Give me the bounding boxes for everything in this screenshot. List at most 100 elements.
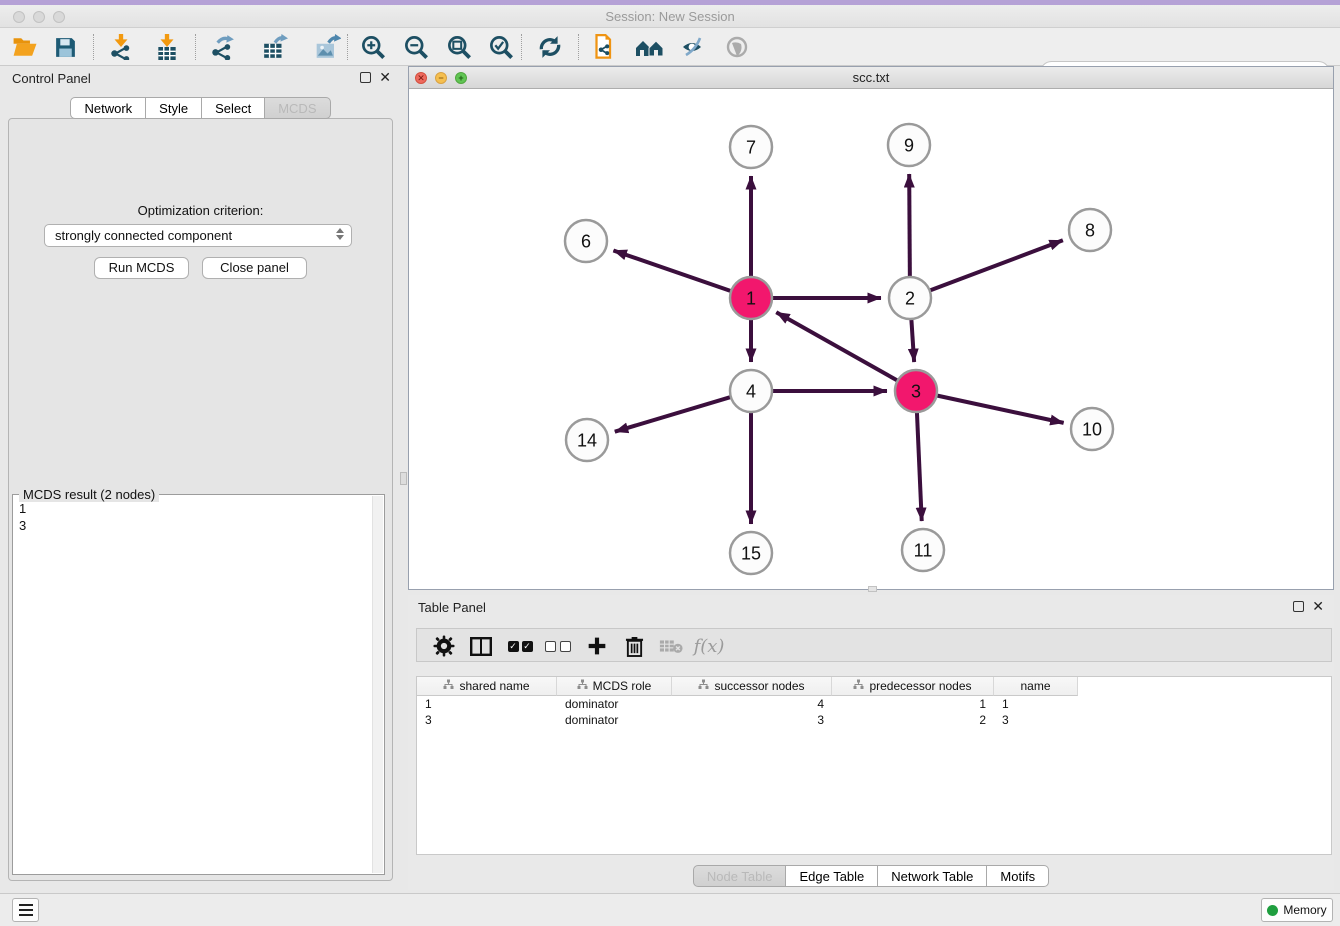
control-panel-tabs: NetworkStyleSelectMCDS <box>0 97 401 119</box>
table-cell[interactable]: dominator <box>557 712 672 728</box>
column-header-label: MCDS role <box>593 679 652 693</box>
column-header-successor-nodes[interactable]: successor nodes <box>672 677 832 696</box>
tab-network-table[interactable]: Network Table <box>878 865 987 887</box>
table-cell[interactable]: dominator <box>557 696 672 712</box>
toolbar-separator <box>521 34 522 60</box>
close-panel-button[interactable]: Close panel <box>202 257 307 279</box>
main-toolbar <box>0 28 1340 66</box>
column-header-shared-name[interactable]: shared name <box>417 677 557 696</box>
column-settings-icon[interactable] <box>428 632 460 660</box>
zoom-fit-icon[interactable] <box>444 33 474 61</box>
status-bar: Memory <box>0 893 1340 926</box>
tab-motifs[interactable]: Motifs <box>987 865 1049 887</box>
mcds-result-text[interactable]: 1 3 <box>19 500 370 870</box>
column-header-name[interactable]: name <box>994 677 1078 696</box>
network-view-window: ✕ − + scc.txt 1 2 3 4 6 7 8 9 10 11 14 15 <box>408 66 1334 590</box>
table-cell[interactable]: 3 <box>672 712 832 728</box>
export-network-icon[interactable] <box>207 33 237 61</box>
table-cell[interactable]: 3 <box>417 712 557 728</box>
edge-4-14[interactable] <box>615 395 739 432</box>
edge-2-9[interactable] <box>909 174 910 285</box>
run-mcds-button[interactable]: Run MCDS <box>94 257 189 279</box>
tab-network[interactable]: Network <box>70 97 146 119</box>
table-cell[interactable]: 4 <box>672 696 832 712</box>
optimization-criterion-select[interactable]: strongly connected component <box>44 224 352 247</box>
zoom-in-icon[interactable] <box>358 33 388 61</box>
status-menu-button[interactable] <box>12 898 39 922</box>
graph-node-15[interactable]: 15 <box>730 532 772 574</box>
delete-table-icon[interactable] <box>655 632 687 660</box>
edge-3-11[interactable] <box>917 404 922 521</box>
column-header-MCDS-role[interactable]: MCDS role <box>557 677 672 696</box>
first-neighbors-icon[interactable] <box>635 33 665 61</box>
delete-column-icon[interactable] <box>618 632 650 660</box>
memory-button[interactable]: Memory <box>1261 898 1333 922</box>
tab-edge-table[interactable]: Edge Table <box>786 865 878 887</box>
table-panel-close-button[interactable]: ✕ <box>1312 601 1324 612</box>
graph-node-2[interactable]: 2 <box>889 277 931 319</box>
save-session-icon[interactable] <box>50 33 80 61</box>
column-header-predecessor-nodes[interactable]: predecessor nodes <box>832 677 994 696</box>
edge-1-6[interactable] <box>613 250 738 293</box>
control-panel-float-button[interactable] <box>360 72 371 83</box>
zoom-out-icon[interactable] <box>401 33 431 61</box>
function-builder-icon[interactable]: f(x) <box>693 632 725 660</box>
graph-node-14[interactable]: 14 <box>566 419 608 461</box>
tab-select[interactable]: Select <box>202 97 265 119</box>
show-all-icon[interactable] <box>722 33 752 61</box>
tab-mcds[interactable]: MCDS <box>265 97 330 119</box>
node-table: shared name MCDS role successor nodesprede… <box>416 676 1332 855</box>
clone-network-icon[interactable] <box>590 33 620 61</box>
table-panel-float-button[interactable] <box>1293 601 1304 612</box>
graph-node-1[interactable]: 1 <box>730 277 772 319</box>
tab-style[interactable]: Style <box>146 97 202 119</box>
column-tree-icon <box>443 679 454 693</box>
table-toolbar: ✓✓ f(x) <box>416 628 1332 662</box>
tab-node-table[interactable]: Node Table <box>693 865 787 887</box>
table-cell[interactable]: 3 <box>994 712 1078 728</box>
graph-node-6[interactable]: 6 <box>565 220 607 262</box>
control-panel-close-button[interactable]: ✕ <box>379 72 391 83</box>
import-table-icon[interactable] <box>152 33 182 61</box>
import-network-icon[interactable] <box>106 33 136 61</box>
export-image-icon[interactable] <box>312 33 342 61</box>
graph-node-8[interactable]: 8 <box>1069 209 1111 251</box>
graph-node-7[interactable]: 7 <box>730 126 772 168</box>
graph-node-3[interactable]: 3 <box>895 370 937 412</box>
optimization-criterion-label: Optimization criterion: <box>0 203 401 218</box>
toolbar-separator <box>347 34 348 60</box>
zoom-selected-icon[interactable] <box>486 33 516 61</box>
graph-node-9[interactable]: 9 <box>888 124 930 166</box>
table-cell[interactable]: 2 <box>832 712 994 728</box>
open-file-icon[interactable] <box>9 33 39 61</box>
table-row[interactable]: 1dominator411 <box>417 696 1331 712</box>
graph-node-11[interactable]: 11 <box>902 529 944 571</box>
hide-selected-icon[interactable] <box>679 33 709 61</box>
mcds-result-box: MCDS result (2 nodes) 1 3 <box>12 494 385 875</box>
graph-node-10[interactable]: 10 <box>1071 408 1113 450</box>
panel-splitter-grip[interactable] <box>400 472 407 485</box>
network-window-titlebar[interactable]: ✕ − + scc.txt <box>409 67 1333 89</box>
split-panel-icon[interactable] <box>465 632 497 660</box>
add-column-icon[interactable] <box>581 632 613 660</box>
table-tabs: Node TableEdge TableNetwork TableMotifs <box>408 865 1334 887</box>
deselect-all-icon[interactable] <box>542 632 574 660</box>
edge-3-10[interactable] <box>929 394 1064 423</box>
edge-2-8[interactable] <box>922 240 1063 293</box>
table-cell[interactable]: 1 <box>994 696 1078 712</box>
network-graph[interactable]: 1 2 3 4 6 7 8 9 10 11 14 15 <box>409 89 1333 589</box>
select-all-icon[interactable]: ✓✓ <box>504 632 536 660</box>
svg-text:4: 4 <box>746 381 756 401</box>
network-resize-grip[interactable] <box>868 586 877 592</box>
network-canvas[interactable]: 1 2 3 4 6 7 8 9 10 11 14 15 <box>409 89 1333 589</box>
graph-node-4[interactable]: 4 <box>730 370 772 412</box>
svg-text:8: 8 <box>1085 220 1095 240</box>
table-cell[interactable]: 1 <box>832 696 994 712</box>
export-table-icon[interactable] <box>260 33 290 61</box>
mcds-result-scrollbar[interactable] <box>372 496 383 873</box>
memory-button-label: Memory <box>1283 903 1326 917</box>
table-row[interactable]: 3dominator323 <box>417 712 1331 728</box>
table-cell[interactable]: 1 <box>417 696 557 712</box>
edge-3-1[interactable] <box>776 312 904 384</box>
apply-layout-icon[interactable] <box>535 33 565 61</box>
